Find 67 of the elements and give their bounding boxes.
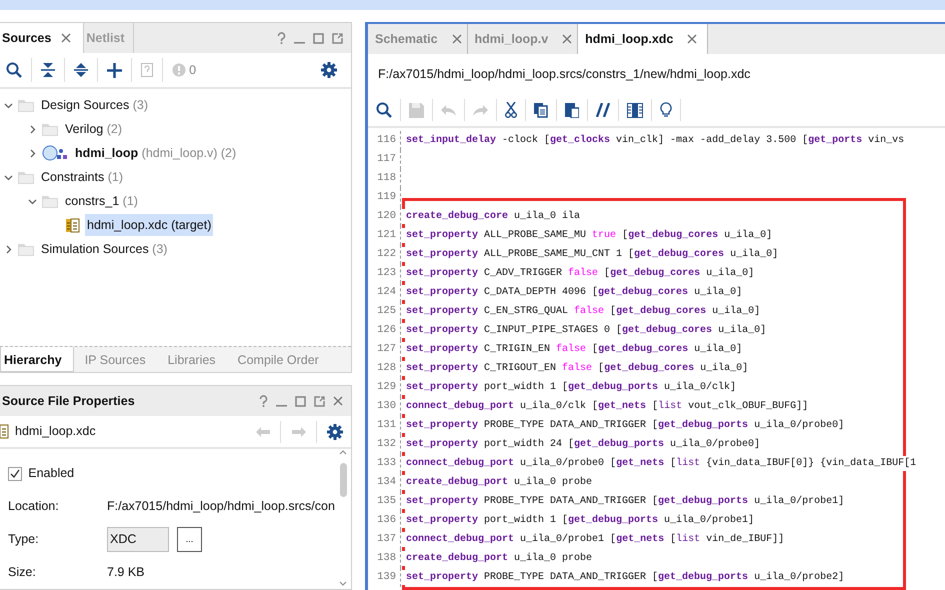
tree-item[interactable]: Verilog (2) bbox=[63, 118, 124, 140]
tree-item[interactable]: constrs_1 (1) bbox=[63, 190, 140, 212]
file-name: hdmi_loop.xdc bbox=[15, 423, 96, 440]
tree-item[interactable]: hdmi_loop.xdc (target) bbox=[85, 214, 214, 236]
lightbulb-icon[interactable] bbox=[660, 102, 672, 118]
folder-icon bbox=[18, 98, 34, 112]
close-icon[interactable] bbox=[61, 33, 72, 43]
cut-icon[interactable] bbox=[505, 102, 517, 118]
columns-icon[interactable] bbox=[627, 102, 643, 118]
search-icon[interactable] bbox=[6, 62, 22, 78]
folder-icon bbox=[18, 170, 34, 184]
scrollbar-thumb[interactable] bbox=[340, 463, 346, 497]
field-value: 7.9 KB bbox=[107, 564, 145, 582]
field-label: Location: bbox=[8, 498, 60, 516]
tree-item[interactable]: Simulation Sources (3) bbox=[39, 238, 170, 260]
module-icon bbox=[42, 145, 68, 161]
copy-icon[interactable] bbox=[534, 102, 548, 118]
chevron-right-icon[interactable] bbox=[28, 124, 37, 134]
float-icon[interactable] bbox=[314, 396, 325, 406]
file-path: F:/ax7015/hdmi_loop/hdmi_loop.srcs/constrs_1/new/hdmi_loop.xdc bbox=[378, 66, 750, 83]
add-icon[interactable] bbox=[107, 62, 122, 78]
message-count: 0 bbox=[189, 62, 196, 79]
line-number: 118 bbox=[368, 169, 401, 188]
folder-icon bbox=[42, 122, 58, 136]
chevron-down-icon[interactable] bbox=[4, 172, 13, 182]
field-value: F:/ax7015/hdmi_loop/hdmi_loop.srcs/con bbox=[107, 498, 335, 516]
scroll-up-icon[interactable] bbox=[339, 449, 347, 455]
maximize-icon[interactable] bbox=[313, 32, 324, 44]
scroll-down-icon[interactable] bbox=[339, 581, 347, 587]
document-icon bbox=[66, 218, 80, 232]
collapse-all-icon[interactable] bbox=[41, 62, 55, 78]
comment-icon[interactable] bbox=[596, 103, 610, 117]
close-icon[interactable] bbox=[687, 34, 698, 44]
type-field[interactable]: XDC bbox=[107, 527, 169, 552]
search-icon[interactable] bbox=[376, 102, 392, 118]
help-icon[interactable] bbox=[259, 395, 268, 407]
panel-tab[interactable]: Sources bbox=[0, 23, 84, 53]
folder-icon bbox=[42, 194, 58, 208]
chevron-right-icon[interactable] bbox=[28, 148, 37, 158]
line-number: 119 bbox=[368, 188, 401, 207]
field-label: Size: bbox=[8, 564, 37, 582]
chevron-right-icon[interactable] bbox=[4, 244, 13, 254]
field-label: Type: bbox=[8, 531, 40, 548]
float-icon[interactable] bbox=[332, 32, 343, 44]
settings-icon[interactable] bbox=[327, 424, 343, 440]
tree-item[interactable]: Constraints (1) bbox=[39, 166, 125, 188]
help-icon[interactable] bbox=[277, 32, 286, 44]
line-number: 117 bbox=[368, 150, 401, 169]
maximize-icon[interactable] bbox=[295, 396, 306, 406]
editor-tab[interactable]: hdmi_loop.xdc bbox=[578, 24, 708, 54]
checkbox[interactable] bbox=[8, 466, 22, 480]
chevron-down-icon[interactable] bbox=[28, 196, 37, 206]
close-icon[interactable] bbox=[562, 34, 572, 44]
status-dot-icon bbox=[172, 63, 186, 77]
checkbox-label: Enabled bbox=[28, 465, 74, 482]
chevron-down-icon[interactable] bbox=[4, 100, 13, 110]
expand-all-icon[interactable] bbox=[74, 62, 88, 78]
view-tab[interactable]: Hierarchy bbox=[0, 347, 74, 372]
tree-item[interactable]: Design Sources (3) bbox=[39, 94, 150, 116]
close-icon[interactable] bbox=[333, 396, 343, 406]
browse-button[interactable]: ... bbox=[177, 527, 202, 552]
folder-icon bbox=[18, 242, 34, 256]
tree-item[interactable]: hdmi_loop (hdmi_loop.v) (2) bbox=[73, 142, 238, 164]
panel-title: Source File Properties bbox=[2, 392, 135, 410]
close-icon[interactable] bbox=[452, 34, 462, 44]
paste-icon[interactable] bbox=[565, 102, 579, 118]
settings-icon[interactable] bbox=[321, 62, 337, 78]
